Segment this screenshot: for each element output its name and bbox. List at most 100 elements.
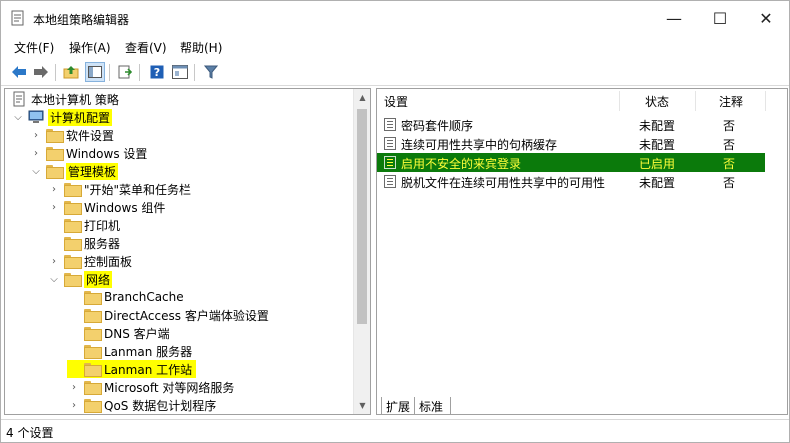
chevron-down-icon[interactable]: ⌵ xyxy=(11,110,25,124)
show-hide-tree-icon[interactable] xyxy=(85,62,105,82)
tree-item-lanman-workstation[interactable]: Lanman 工作站 xyxy=(67,360,197,378)
tree-scrollbar[interactable]: ▲ ▼ xyxy=(353,89,370,414)
tree-label: 本地计算机 策略 xyxy=(31,92,119,107)
column-header-comment[interactable]: 注释 xyxy=(719,89,769,113)
menu-view[interactable]: 查看(V) xyxy=(125,39,167,56)
column-header-state[interactable]: 状态 xyxy=(645,89,695,113)
status-bar: 4 个设置 xyxy=(1,419,789,442)
tree-label: 计算机配置 xyxy=(48,108,113,126)
filter-icon[interactable] xyxy=(201,62,221,82)
chevron-right-icon[interactable]: › xyxy=(29,146,43,160)
maximize-button[interactable]: ☐ xyxy=(697,1,743,35)
tree-item-microsoft-p2p[interactable]: › Microsoft 对等网络服务 xyxy=(67,378,234,396)
tree-label: 管理模板 xyxy=(66,162,119,180)
tree-label: 网络 xyxy=(84,270,113,288)
chevron-right-icon[interactable]: › xyxy=(67,380,81,394)
tree-item-qos[interactable]: › QoS 数据包计划程序 xyxy=(67,396,216,414)
folder-icon xyxy=(64,219,82,233)
chevron-right-icon[interactable]: › xyxy=(47,182,61,196)
setting-name: 启用不安全的来宾登录 xyxy=(401,157,522,171)
tree-item-lanman-server[interactable]: Lanman 服务器 xyxy=(67,342,192,360)
tree-item-computer-config[interactable]: ⌵ 计算机配置 xyxy=(11,108,113,126)
tree-label: 服务器 xyxy=(84,236,121,251)
help-icon[interactable]: ? xyxy=(147,62,167,82)
menu-help[interactable]: 帮助(H) xyxy=(180,39,222,56)
tree-item-windows-settings[interactable]: › Windows 设置 xyxy=(29,144,147,162)
tree-item-printers[interactable]: 打印机 xyxy=(47,216,120,234)
settings-list[interactable]: 设置 状态 注释 密码套件顺序 未配置 否 连续可用性共享中的句柄缓存 未配置 … xyxy=(376,88,788,415)
scrollbar-thumb[interactable] xyxy=(357,109,367,324)
up-folder-icon[interactable] xyxy=(61,62,81,82)
close-button[interactable]: ✕ xyxy=(743,1,789,35)
folder-icon xyxy=(84,399,102,413)
chevron-right-icon[interactable]: › xyxy=(47,200,61,214)
folder-icon xyxy=(64,183,82,197)
folder-icon xyxy=(46,147,64,161)
column-header-setting[interactable]: 设置 xyxy=(384,89,619,113)
tree-item-server[interactable]: 服务器 xyxy=(47,234,120,252)
status-text: 4 个设置 xyxy=(6,426,54,440)
menu-action[interactable]: 操作(A) xyxy=(69,39,111,56)
scroll-down-icon[interactable]: ▼ xyxy=(354,397,370,414)
setting-name: 脱机文件在连续可用性共享中的可用性 xyxy=(401,176,606,190)
chevron-down-icon[interactable]: ⌵ xyxy=(29,164,43,178)
chevron-right-icon[interactable]: › xyxy=(47,254,61,268)
properties-icon[interactable] xyxy=(170,62,190,82)
tree-item-admin-templates[interactable]: ⌵ 管理模板 xyxy=(29,162,119,180)
list-row[interactable]: 连续可用性共享中的句柄缓存 未配置 否 xyxy=(377,134,787,153)
svg-text:?: ? xyxy=(154,66,160,79)
setting-state: 未配置 xyxy=(639,119,676,133)
setting-comment: 否 xyxy=(723,176,736,190)
chevron-right-icon[interactable]: › xyxy=(29,128,43,142)
setting-comment: 否 xyxy=(723,119,736,133)
tree-item-start-menu[interactable]: › "开始"菜单和任务栏 xyxy=(47,180,191,198)
tree-item-control-panel[interactable]: › 控制面板 xyxy=(47,252,132,270)
chevron-down-icon[interactable]: ⌵ xyxy=(47,272,61,286)
tree-label: DNS 客户端 xyxy=(104,326,170,341)
folder-icon xyxy=(46,165,64,179)
tree-label: 控制面板 xyxy=(84,254,133,269)
forward-icon[interactable] xyxy=(31,62,51,82)
export-list-icon[interactable] xyxy=(115,62,135,82)
tree-label: DirectAccess 客户端体验设置 xyxy=(104,308,269,323)
list-row-selected[interactable]: 启用不安全的来宾登录 已启用 否 xyxy=(377,153,765,172)
tree-item-local-policy[interactable]: 本地计算机 策略 xyxy=(11,90,119,108)
setting-name: 密码套件顺序 xyxy=(401,119,474,133)
scroll-up-icon[interactable]: ▲ xyxy=(354,89,370,106)
minimize-button[interactable]: — xyxy=(651,1,697,35)
console-tree[interactable]: 本地计算机 策略 ⌵ 计算机配置 › 软件设置 › Windows 设置 ⌵ 管… xyxy=(4,88,371,415)
tree-item-dns-client[interactable]: DNS 客户端 xyxy=(67,324,170,342)
folder-icon xyxy=(84,381,102,395)
tree-label: Lanman 工作站 xyxy=(104,362,193,377)
tree-label: Windows 设置 xyxy=(66,146,148,161)
setting-state: 未配置 xyxy=(639,176,676,190)
tab-extended[interactable]: 扩展 xyxy=(381,397,415,415)
computer-icon xyxy=(28,110,44,123)
tab-standard[interactable]: 标准 xyxy=(415,397,451,415)
list-row[interactable]: 密码套件顺序 未配置 否 xyxy=(377,115,787,134)
tree-item-branchcache[interactable]: BranchCache xyxy=(67,288,184,306)
tree-label: 软件设置 xyxy=(66,128,115,143)
tree-item-software-settings[interactable]: › 软件设置 xyxy=(29,126,114,144)
back-icon[interactable] xyxy=(9,62,29,82)
tree-label: BranchCache xyxy=(104,290,184,304)
tree-item-network[interactable]: ⌵ 网络 xyxy=(47,270,113,288)
computer-policy-icon xyxy=(13,91,25,107)
tree-label: QoS 数据包计划程序 xyxy=(104,398,217,413)
toolbar: ? xyxy=(1,59,789,86)
list-row[interactable]: 脱机文件在连续可用性共享中的可用性 未配置 否 xyxy=(377,172,787,191)
tree-label: 打印机 xyxy=(84,218,121,233)
setting-icon xyxy=(384,156,396,169)
window-title: 本地组策略编辑器 xyxy=(33,13,130,27)
menu-file[interactable]: 文件(F) xyxy=(14,39,54,56)
folder-icon xyxy=(84,309,102,323)
tree-item-windows-components[interactable]: › Windows 组件 xyxy=(47,198,165,216)
folder-icon xyxy=(64,237,82,251)
tree-item-directaccess[interactable]: DirectAccess 客户端体验设置 xyxy=(67,306,269,324)
chevron-right-icon[interactable]: › xyxy=(67,398,81,412)
folder-icon xyxy=(64,255,82,269)
